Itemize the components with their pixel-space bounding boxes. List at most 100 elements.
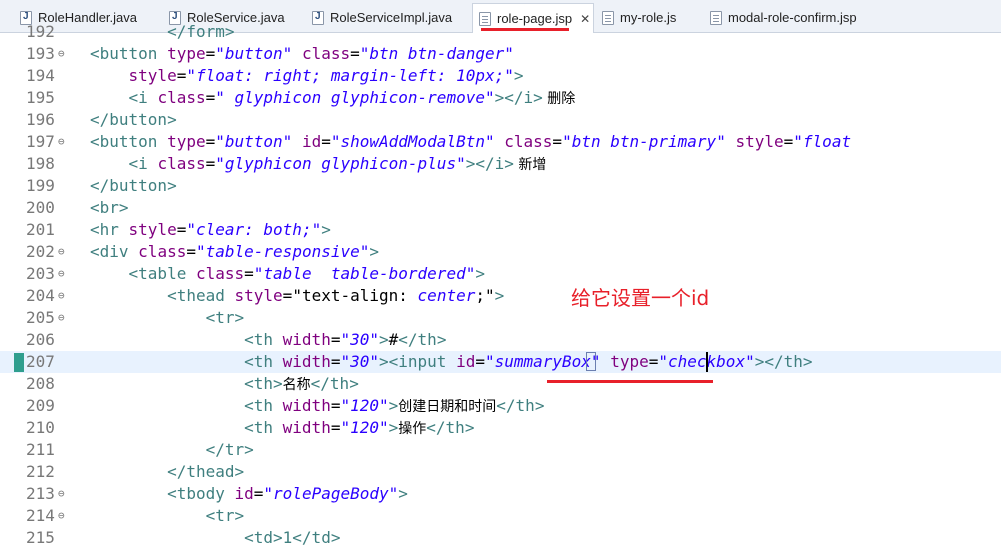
code-line[interactable]: 202 ⊖ <div class="table-responsive">: [0, 241, 1001, 263]
code-token: width: [282, 330, 331, 349]
code-text: <hr style="clear: both;">: [90, 219, 331, 241]
code-line[interactable]: 200 <br>: [0, 197, 1001, 219]
code-token: <th: [244, 418, 283, 437]
code-line[interactable]: 212 </thead>: [0, 461, 1001, 483]
code-token: 新增: [513, 157, 547, 173]
code-line[interactable]: 207 <th width="30"><input id="summaryBox…: [0, 351, 1001, 373]
code-token: "30": [340, 352, 379, 371]
code-token: </button>: [90, 110, 177, 129]
code-line[interactable]: 214 ⊖ <tr>: [0, 505, 1001, 527]
code-text: <i class=" glyphicon glyphicon-remove"><…: [90, 87, 576, 110]
code-token: class: [138, 242, 187, 261]
code-text: <button type="button" id="showAddModalBt…: [90, 131, 851, 153]
code-token: "float: right; margin-left: 10px;": [186, 66, 514, 85]
code-line[interactable]: 209 <th width="120">创建日期和时间</th>: [0, 395, 1001, 417]
fold-toggle-icon[interactable]: ⊖: [58, 131, 65, 153]
code-line[interactable]: 203 ⊖ <table class="table table-bordered"…: [0, 263, 1001, 285]
line-number: 192: [26, 22, 55, 41]
code-token: class: [157, 88, 206, 107]
fold-toggle-icon[interactable]: ⊖: [58, 263, 65, 285]
code-token: #: [388, 330, 399, 349]
line-number: 215: [26, 528, 55, 547]
code-token: ></i>: [494, 88, 543, 107]
code-text: </tr>: [90, 439, 254, 461]
code-token: =: [205, 88, 216, 107]
code-token: >: [321, 220, 331, 239]
fold-toggle-icon[interactable]: ⊖: [58, 241, 65, 263]
fold-toggle-icon[interactable]: ⊖: [58, 307, 65, 329]
code-line[interactable]: 192 </form>: [0, 21, 1001, 43]
code-token: >: [388, 418, 399, 437]
code-text: <button type="button" class="btn btn-dan…: [90, 43, 514, 65]
line-number: 199: [26, 176, 55, 195]
code-token: </th>: [426, 418, 475, 437]
code-token: =: [176, 66, 187, 85]
code-text: style="float: right; margin-left: 10px;"…: [90, 65, 524, 87]
code-text: <th width="30"><input id="summaryBox" ty…: [90, 351, 812, 373]
code-token: "glyphicon glyphicon-plus": [215, 154, 466, 173]
code-line[interactable]: 211 </tr>: [0, 439, 1001, 461]
code-token: <td>1</td>: [244, 528, 341, 547]
code-line[interactable]: 196 </button>: [0, 109, 1001, 131]
line-number: 193: [26, 44, 55, 63]
code-text: <th>名称</th>: [90, 373, 359, 396]
code-line[interactable]: 197 ⊖ <button type="button" id="showAddMod…: [0, 131, 1001, 153]
fold-toggle-icon[interactable]: ⊖: [58, 505, 65, 527]
code-token: "rolePageBody": [263, 484, 399, 503]
code-token: <th: [244, 352, 283, 371]
code-line[interactable]: 215 <td>1</td>: [0, 527, 1001, 549]
code-token: style: [128, 66, 177, 85]
code-token: "table-responsive": [195, 242, 370, 261]
line-number: 194: [26, 66, 55, 85]
code-token: <tr>: [205, 506, 245, 525]
code-token: id: [301, 132, 322, 151]
code-token: =: [783, 132, 794, 151]
code-token: style: [128, 220, 177, 239]
code-line[interactable]: 204 ⊖ <thead style="text-align: center;">: [0, 285, 1001, 307]
line-number: 203: [26, 264, 55, 283]
line-number: 208: [26, 374, 55, 393]
code-line[interactable]: 195 <i class=" glyphicon glyphicon-remov…: [0, 87, 1001, 109]
code-token: id: [456, 352, 476, 371]
code-line[interactable]: 210 <th width="120">操作</th>: [0, 417, 1001, 439]
code-token: </form>: [90, 22, 235, 41]
code-editor[interactable]: 192 </form> 193 ⊖ <button type="button" cla…: [0, 22, 1001, 547]
line-number: 202: [26, 242, 55, 261]
line-number: 207: [26, 352, 55, 371]
code-text: <td>1</td>: [90, 527, 340, 549]
code-token: =: [253, 484, 264, 503]
code-line[interactable]: 199 </button>: [0, 175, 1001, 197]
fold-toggle-icon[interactable]: ⊖: [58, 43, 65, 65]
code-token: >: [379, 330, 389, 349]
code-token: <div: [90, 242, 139, 261]
code-line[interactable]: 201 <hr style="clear: both;">: [0, 219, 1001, 241]
line-number: 196: [26, 110, 55, 129]
code-token: "clear: both;": [186, 220, 322, 239]
code-line[interactable]: 193 ⊖ <button type="button" class="btn btn…: [0, 43, 1001, 65]
code-token: <th>: [244, 374, 283, 393]
code-line[interactable]: 198 <i class="glyphicon glyphicon-plus">…: [0, 153, 1001, 175]
code-line[interactable]: 205 ⊖ <tr>: [0, 307, 1001, 329]
code-line[interactable]: 194 style="float: right; margin-left: 10…: [0, 65, 1001, 87]
code-token: ;": [475, 286, 495, 305]
code-line[interactable]: 206 <th width="30">#</th>: [0, 329, 1001, 351]
fold-toggle-icon[interactable]: ⊖: [58, 285, 65, 307]
code-token: </button>: [90, 176, 177, 195]
code-token: </th>: [398, 330, 447, 349]
code-line[interactable]: 213 ⊖ <tbody id="rolePageBody">: [0, 483, 1001, 505]
code-token: "btn btn-primary": [562, 132, 726, 151]
line-number: 200: [26, 198, 55, 217]
code-token: =: [244, 264, 254, 283]
code-text: </button>: [90, 109, 177, 131]
code-token: >: [494, 286, 505, 305]
fold-toggle-icon[interactable]: ⊖: [58, 483, 65, 505]
code-token: "button": [215, 132, 293, 151]
code-line[interactable]: 208 <th>名称</th>: [0, 373, 1001, 395]
code-token: "table table-bordered": [253, 264, 476, 283]
